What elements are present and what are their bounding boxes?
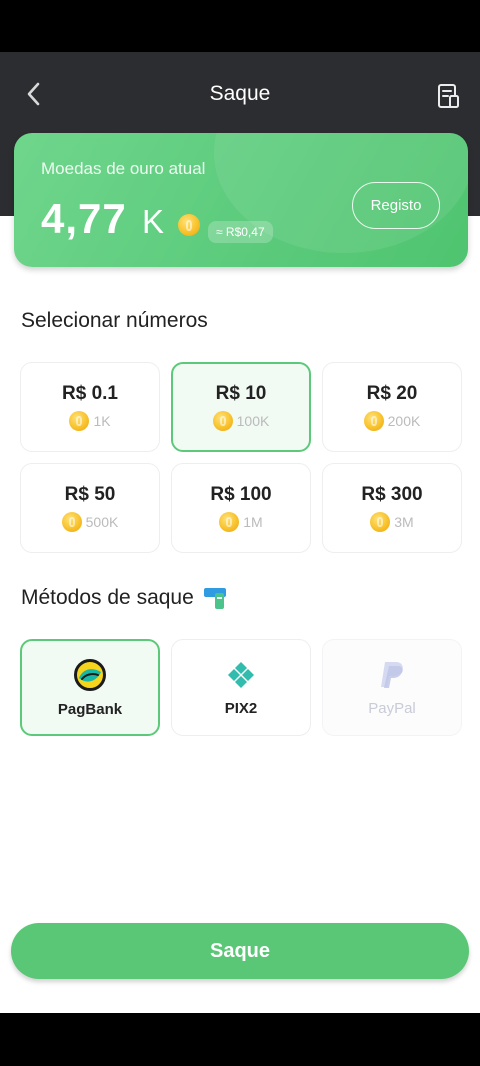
amount-value: R$ 0.1 bbox=[62, 383, 118, 404]
method-option-pagbank[interactable]: PagBank bbox=[20, 639, 160, 736]
gold-coin-icon bbox=[178, 214, 200, 236]
gold-coin-icon bbox=[363, 411, 384, 431]
pix-icon bbox=[228, 661, 254, 688]
method-label: PagBank bbox=[57, 700, 123, 718]
document-list-icon bbox=[438, 84, 459, 108]
amount-coins: 200K bbox=[363, 411, 421, 431]
status-bar bbox=[0, 0, 480, 52]
gold-coin-icon bbox=[61, 512, 82, 532]
amount-coins-label: 3M bbox=[394, 514, 414, 530]
history-button[interactable] bbox=[432, 80, 464, 112]
method-section-header: Métodos de saque bbox=[21, 585, 232, 611]
amount-value: R$ 100 bbox=[210, 484, 272, 505]
amount-value: R$ 20 bbox=[366, 383, 418, 404]
amount-coins-label: 500K bbox=[85, 514, 119, 530]
amount-coins: 100K bbox=[212, 411, 270, 431]
amount-section-title: Selecionar números bbox=[21, 309, 208, 332]
amount-coins-label: 200K bbox=[387, 413, 421, 429]
amount-option-1[interactable]: R$ 10 100K bbox=[171, 362, 311, 452]
navigation-bar bbox=[0, 1013, 480, 1066]
amount-option-4[interactable]: R$ 100 1M bbox=[171, 463, 311, 553]
amount-value: R$ 10 bbox=[215, 383, 267, 404]
gold-coin-icon bbox=[69, 411, 90, 431]
amount-value: R$ 50 bbox=[64, 484, 116, 505]
page-background bbox=[0, 216, 480, 1013]
method-section-title: Métodos de saque bbox=[21, 586, 194, 609]
method-label: PayPal bbox=[368, 699, 416, 717]
registo-button[interactable]: Registo bbox=[352, 182, 440, 229]
gold-coin-icon bbox=[370, 512, 391, 532]
balance-label: Moedas de ouro atual bbox=[41, 159, 206, 178]
balance-brl-equivalent: ≈ R$0,47 bbox=[208, 221, 273, 243]
amount-coins-label: 100K bbox=[236, 413, 270, 429]
paypal-icon bbox=[381, 661, 403, 688]
saque-submit-button[interactable]: Saque bbox=[11, 923, 469, 979]
amount-coins-label: 1K bbox=[93, 413, 111, 429]
cash-icon bbox=[203, 588, 226, 609]
amount-value: R$ 300 bbox=[361, 484, 423, 505]
amount-option-0[interactable]: R$ 0.1 1K bbox=[20, 362, 160, 452]
balance-value: 4,77 bbox=[41, 195, 127, 242]
amount-option-5[interactable]: R$ 300 3M bbox=[322, 463, 462, 553]
pagbank-icon bbox=[74, 658, 106, 691]
amount-option-2[interactable]: R$ 20 200K bbox=[322, 362, 462, 452]
gold-coin-icon bbox=[219, 512, 240, 532]
method-label: PIX2 bbox=[224, 699, 258, 717]
balance-unit: K bbox=[142, 203, 165, 240]
amount-coins: 500K bbox=[61, 512, 119, 532]
method-option-paypal[interactable]: PayPal bbox=[322, 639, 462, 736]
page-title: Saque bbox=[209, 82, 271, 105]
amount-option-3[interactable]: R$ 50 500K bbox=[20, 463, 160, 553]
amount-coins: 1K bbox=[69, 411, 111, 431]
amount-coins: 1M bbox=[219, 512, 263, 532]
amount-coins: 3M bbox=[370, 512, 414, 532]
method-option-pix2[interactable]: PIX2 bbox=[171, 639, 311, 736]
amount-coins-label: 1M bbox=[243, 514, 263, 530]
balance-card: Moedas de ouro atual 4,77 K ≈ R$0,47 Reg… bbox=[14, 133, 468, 267]
gold-coin-icon bbox=[212, 411, 233, 431]
